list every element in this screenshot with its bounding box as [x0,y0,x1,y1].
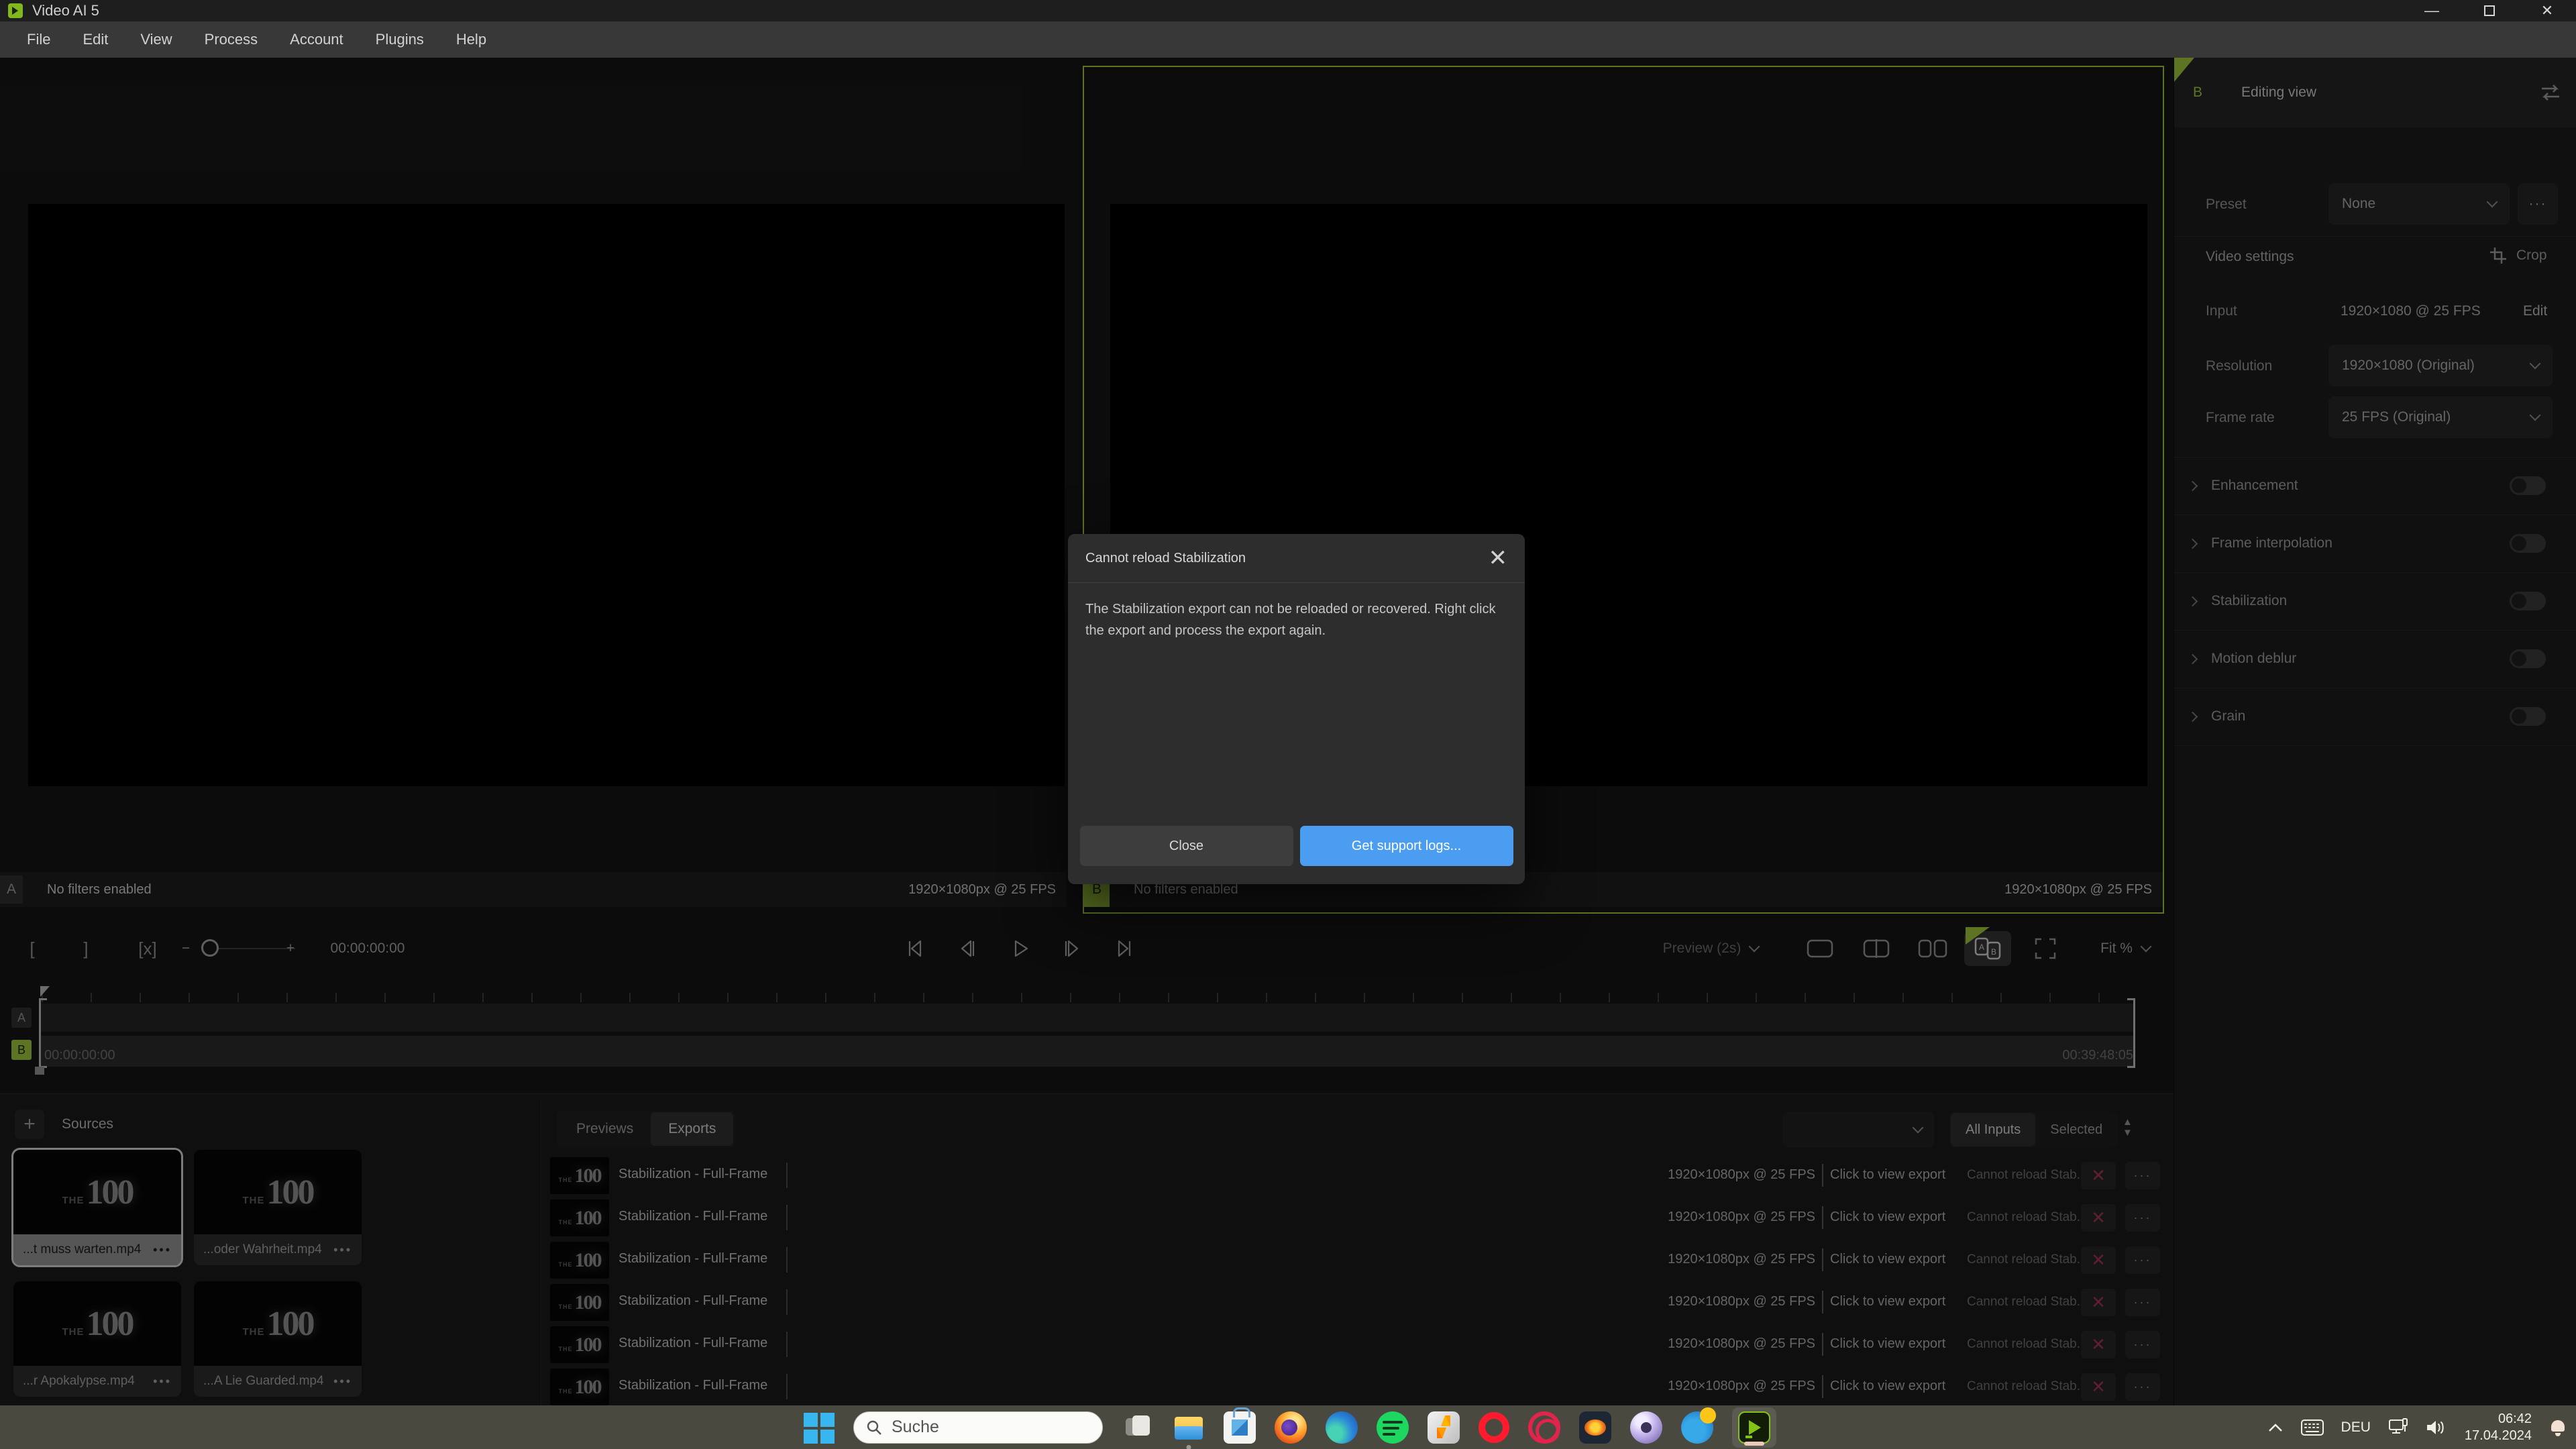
maximize-button[interactable] [2461,0,2518,21]
taskbar-app-firefox[interactable] [1275,1411,1307,1444]
window-controls: — ✕ [2403,0,2576,21]
app-logo-icon [8,3,23,18]
error-dialog: Cannot reload Stabilization ✕ The Stabil… [1068,534,1525,884]
clock-date: 17.04.2024 [2465,1428,2532,1444]
menu-item-edit[interactable]: Edit [66,21,124,58]
running-indicator [1187,1445,1191,1449]
menu-item-file[interactable]: File [11,21,66,58]
taskbar-apps: Suche [802,1405,1776,1449]
dialog-title: Cannot reload Stabilization [1085,551,1246,566]
system-tray: DEU 06:42 17.04.2024 [2267,1405,2567,1449]
dialog-close-button[interactable]: Close [1080,826,1293,866]
taskbar-app-explorer[interactable] [1173,1411,1205,1444]
menu-item-account[interactable]: Account [274,21,360,58]
menu-item-plugins[interactable]: Plugins [360,21,440,58]
search-icon [866,1419,882,1436]
clock-time: 06:42 [2465,1411,2532,1428]
title-bar: Video AI 5 — ✕ [0,0,2576,21]
close-button[interactable]: ✕ [2518,0,2576,21]
touch-keyboard-icon[interactable] [2301,1419,2324,1436]
taskbar-app-videoai-active[interactable] [1732,1407,1776,1448]
taskbar-app-start[interactable] [802,1411,835,1444]
notification-bell-icon[interactable] [2549,1419,2567,1436]
menu-item-process[interactable]: Process [189,21,274,58]
taskbar-app-store[interactable] [1224,1411,1256,1444]
taskbar-app-opera[interactable] [1479,1412,1509,1443]
dialog-footer: Close Get support logs... [1068,826,1525,866]
tray-expand-icon[interactable] [2267,1422,2284,1433]
taskbar-app-operagx[interactable] [1528,1411,1560,1444]
videoai-icon [1738,1411,1770,1444]
dialog-body-text: The Stabilization export can not be relo… [1085,598,1507,641]
taskbar-app-winamp[interactable] [1428,1411,1460,1444]
taskbar-app-edge[interactable] [1326,1411,1358,1444]
menu-bar: FileEditViewProcessAccountPluginsHelp [0,21,2576,58]
dialog-header: Cannot reload Stabilization ✕ [1068,534,1525,583]
clock[interactable]: 06:42 17.04.2024 [2465,1411,2532,1444]
dialog-support-logs-button[interactable]: Get support logs... [1300,826,1513,866]
keyboard-language[interactable]: DEU [2341,1419,2371,1436]
window-title: Video AI 5 [32,2,99,19]
menu-item-view[interactable]: View [124,21,188,58]
network-icon[interactable] [2388,1418,2408,1437]
minimize-button[interactable]: — [2403,0,2461,21]
active-app-indicator [1744,1442,1764,1446]
taskbar-app-taskview[interactable] [1122,1411,1154,1444]
taskbar: Suche DEU 06:42 17.04.2024 [0,1405,2576,1449]
dialog-close-icon[interactable]: ✕ [1489,547,1508,570]
menu-item-help[interactable]: Help [440,21,502,58]
taskbar-app-tor[interactable] [1681,1411,1713,1444]
volume-icon[interactable] [2426,1419,2447,1436]
search-input[interactable]: Suche [853,1411,1103,1444]
search-placeholder: Suche [892,1417,939,1437]
taskbar-app-aimp[interactable] [1579,1411,1611,1444]
taskbar-app-orb[interactable] [1630,1411,1662,1444]
taskbar-app-spotify[interactable] [1377,1411,1409,1444]
